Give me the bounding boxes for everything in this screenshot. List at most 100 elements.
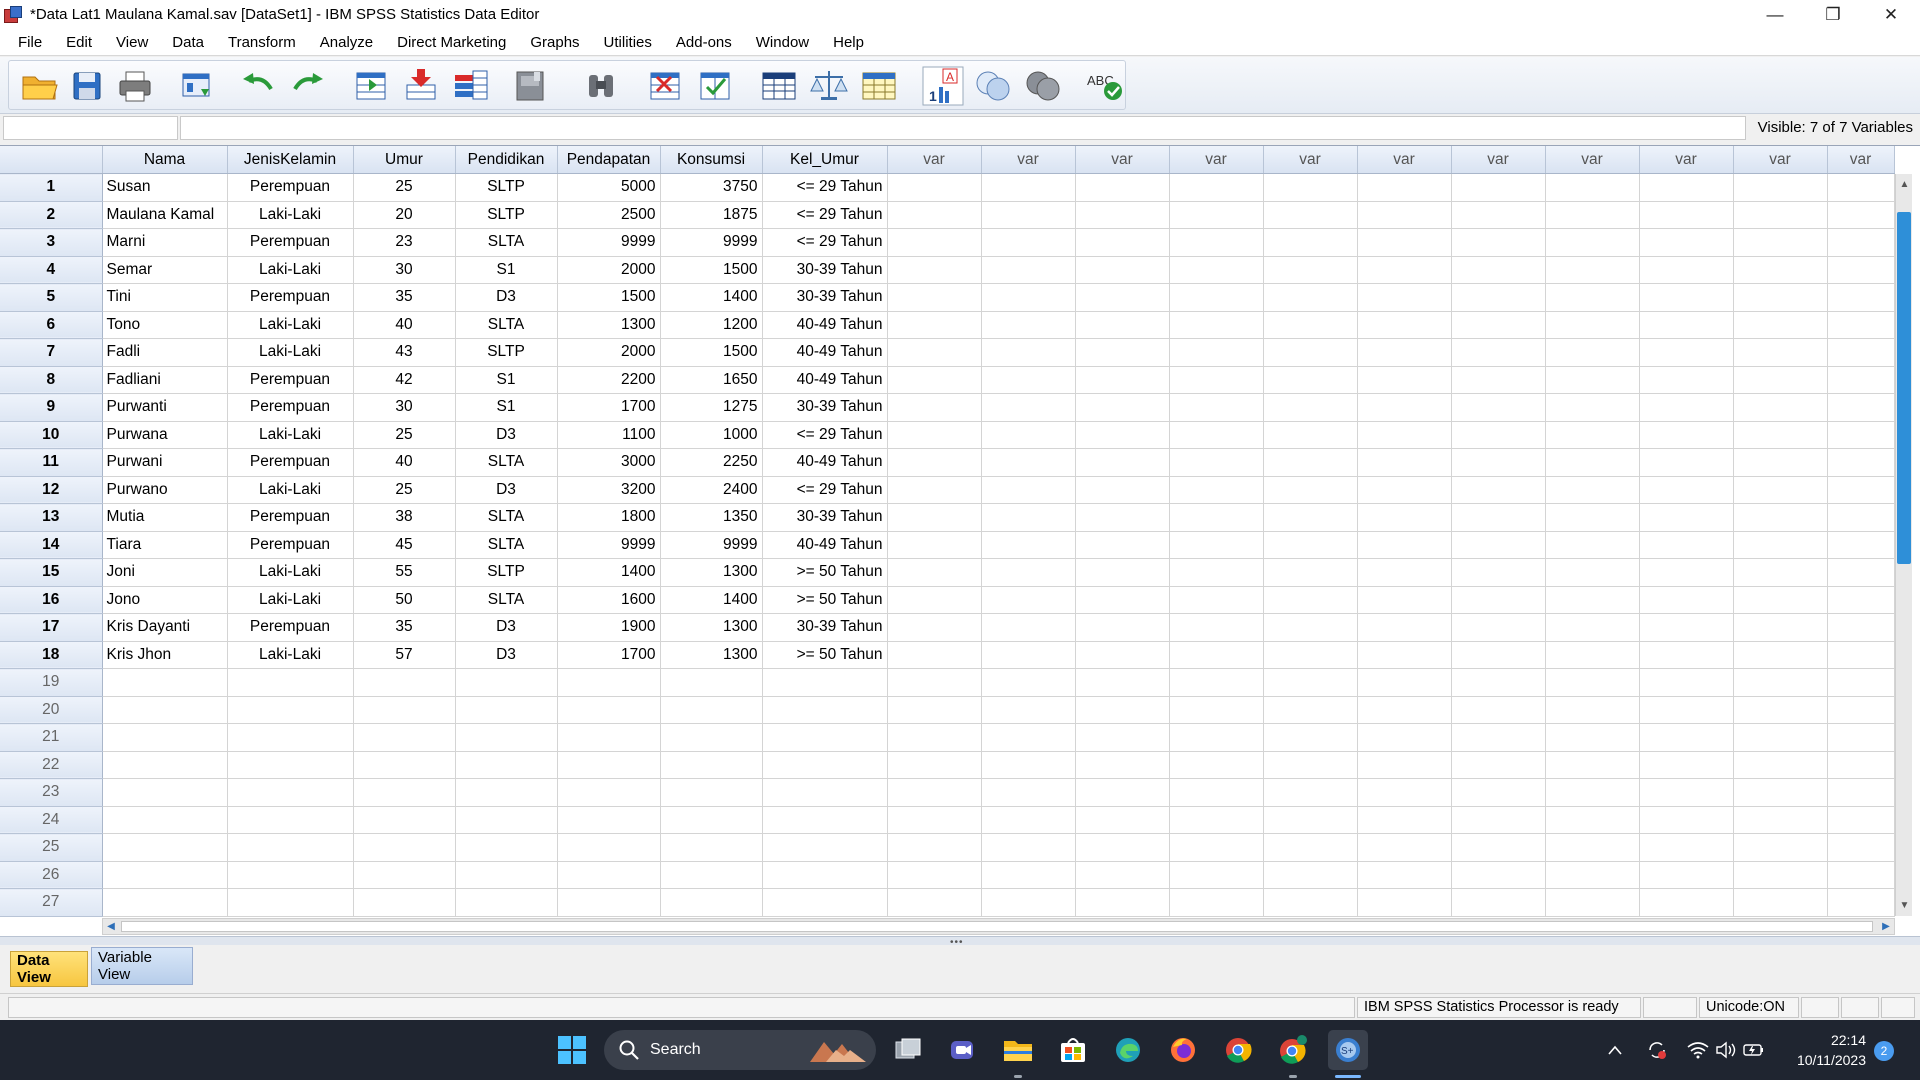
empty-cell[interactable] — [1639, 366, 1734, 394]
empty-cell[interactable] — [887, 173, 982, 202]
spss-taskbar-icon[interactable]: S+ — [1328, 1030, 1368, 1070]
var-column-header[interactable]: var — [1733, 146, 1828, 174]
horizontal-scrollbar[interactable]: ◀ ▶ — [102, 918, 1895, 935]
row-number[interactable]: 5 — [0, 283, 103, 312]
empty-cell[interactable] — [1639, 503, 1734, 532]
weight-cases-icon[interactable] — [807, 65, 851, 107]
empty-cell[interactable] — [1169, 861, 1264, 889]
tray-overflow-icon[interactable] — [1600, 1030, 1630, 1070]
data-cell[interactable]: S1 — [455, 366, 558, 394]
empty-cell[interactable] — [981, 201, 1076, 229]
data-cell[interactable]: SLTA — [455, 228, 558, 257]
empty-cell[interactable] — [1075, 696, 1170, 724]
row-number[interactable]: 1 — [0, 173, 103, 202]
empty-cell[interactable] — [1263, 888, 1358, 917]
empty-cell[interactable] — [1169, 668, 1264, 697]
empty-cell[interactable] — [1075, 476, 1170, 504]
file-explorer-icon[interactable] — [998, 1030, 1038, 1070]
empty-cell[interactable] — [1733, 696, 1828, 724]
empty-cell[interactable] — [557, 888, 661, 917]
empty-cell[interactable] — [1169, 256, 1264, 284]
data-cell[interactable]: 43 — [353, 338, 456, 367]
empty-cell[interactable] — [1545, 778, 1640, 807]
empty-cell[interactable] — [1639, 641, 1734, 669]
empty-cell[interactable] — [1451, 201, 1546, 229]
empty-cell[interactable] — [1827, 806, 1895, 834]
scroll-right-arrow-icon[interactable]: ▶ — [1878, 919, 1894, 934]
empty-cell[interactable] — [887, 613, 982, 642]
data-cell[interactable]: 2250 — [660, 448, 763, 477]
empty-cell[interactable] — [353, 778, 456, 807]
empty-cell[interactable] — [557, 696, 661, 724]
empty-cell[interactable] — [1733, 558, 1828, 587]
undo-icon[interactable] — [237, 65, 281, 107]
empty-cell[interactable] — [887, 311, 982, 339]
value-labels-icon[interactable]: A1 — [921, 65, 965, 107]
data-cell[interactable]: Perempuan — [227, 531, 354, 559]
row-number[interactable]: 8 — [0, 366, 103, 394]
empty-cell[interactable] — [1263, 558, 1358, 587]
empty-cell[interactable] — [1639, 613, 1734, 642]
empty-cell[interactable] — [1263, 613, 1358, 642]
empty-cell[interactable] — [1357, 861, 1452, 889]
empty-cell[interactable] — [1169, 393, 1264, 422]
data-cell[interactable]: 9999 — [557, 228, 661, 257]
empty-cell[interactable] — [1357, 476, 1452, 504]
data-cell[interactable]: <= 29 Tahun — [762, 421, 888, 449]
row-number[interactable]: 6 — [0, 311, 103, 339]
empty-cell[interactable] — [1545, 668, 1640, 697]
empty-cell[interactable] — [1357, 366, 1452, 394]
data-cell[interactable]: 1300 — [557, 311, 661, 339]
empty-cell[interactable] — [981, 696, 1076, 724]
empty-cell[interactable] — [1827, 613, 1895, 642]
empty-cell[interactable] — [1075, 531, 1170, 559]
data-cell[interactable]: >= 50 Tahun — [762, 586, 888, 614]
empty-cell[interactable] — [1545, 888, 1640, 917]
empty-cell[interactable] — [1733, 503, 1828, 532]
empty-cell[interactable] — [1639, 421, 1734, 449]
split-file-icon[interactable] — [757, 65, 801, 107]
empty-cell[interactable] — [1263, 778, 1358, 807]
data-cell[interactable]: 35 — [353, 613, 456, 642]
empty-cell[interactable] — [1639, 476, 1734, 504]
empty-cell[interactable] — [981, 338, 1076, 367]
empty-cell[interactable] — [1827, 778, 1895, 807]
select-cases-icon[interactable] — [857, 65, 901, 107]
var-column-header[interactable]: var — [981, 146, 1076, 174]
chrome-icon[interactable] — [1218, 1030, 1258, 1070]
empty-cell[interactable] — [887, 641, 982, 669]
menu-utilities[interactable]: Utilities — [592, 29, 664, 56]
empty-cell[interactable] — [1357, 613, 1452, 642]
empty-cell[interactable] — [1075, 366, 1170, 394]
empty-cell[interactable] — [1263, 201, 1358, 229]
battery-icon[interactable] — [1739, 1030, 1769, 1070]
empty-cell[interactable] — [1451, 586, 1546, 614]
print-icon[interactable] — [113, 65, 157, 107]
empty-cell[interactable] — [887, 806, 982, 834]
row-number[interactable]: 26 — [0, 861, 103, 889]
edge-browser-icon[interactable] — [1108, 1030, 1148, 1070]
empty-cell[interactable] — [1545, 283, 1640, 312]
empty-cell[interactable] — [1545, 256, 1640, 284]
empty-cell[interactable] — [1733, 201, 1828, 229]
empty-cell[interactable] — [1733, 778, 1828, 807]
recall-dialog-icon[interactable] — [175, 65, 219, 107]
empty-cell[interactable] — [1451, 861, 1546, 889]
empty-cell[interactable] — [455, 833, 558, 862]
data-cell[interactable]: Tini — [102, 283, 228, 312]
data-cell[interactable]: >= 50 Tahun — [762, 641, 888, 669]
empty-cell[interactable] — [1357, 173, 1452, 202]
empty-cell[interactable] — [1639, 201, 1734, 229]
empty-cell[interactable] — [1451, 668, 1546, 697]
variables-icon[interactable] — [449, 65, 493, 107]
empty-cell[interactable] — [1075, 503, 1170, 532]
empty-cell[interactable] — [1075, 448, 1170, 477]
menu-transform[interactable]: Transform — [216, 29, 308, 56]
empty-cell[interactable] — [1075, 228, 1170, 257]
empty-cell[interactable] — [1545, 503, 1640, 532]
empty-cell[interactable] — [1075, 723, 1170, 752]
empty-cell[interactable] — [762, 723, 888, 752]
empty-cell[interactable] — [227, 861, 354, 889]
empty-cell[interactable] — [1827, 311, 1895, 339]
data-cell[interactable]: 1500 — [557, 283, 661, 312]
